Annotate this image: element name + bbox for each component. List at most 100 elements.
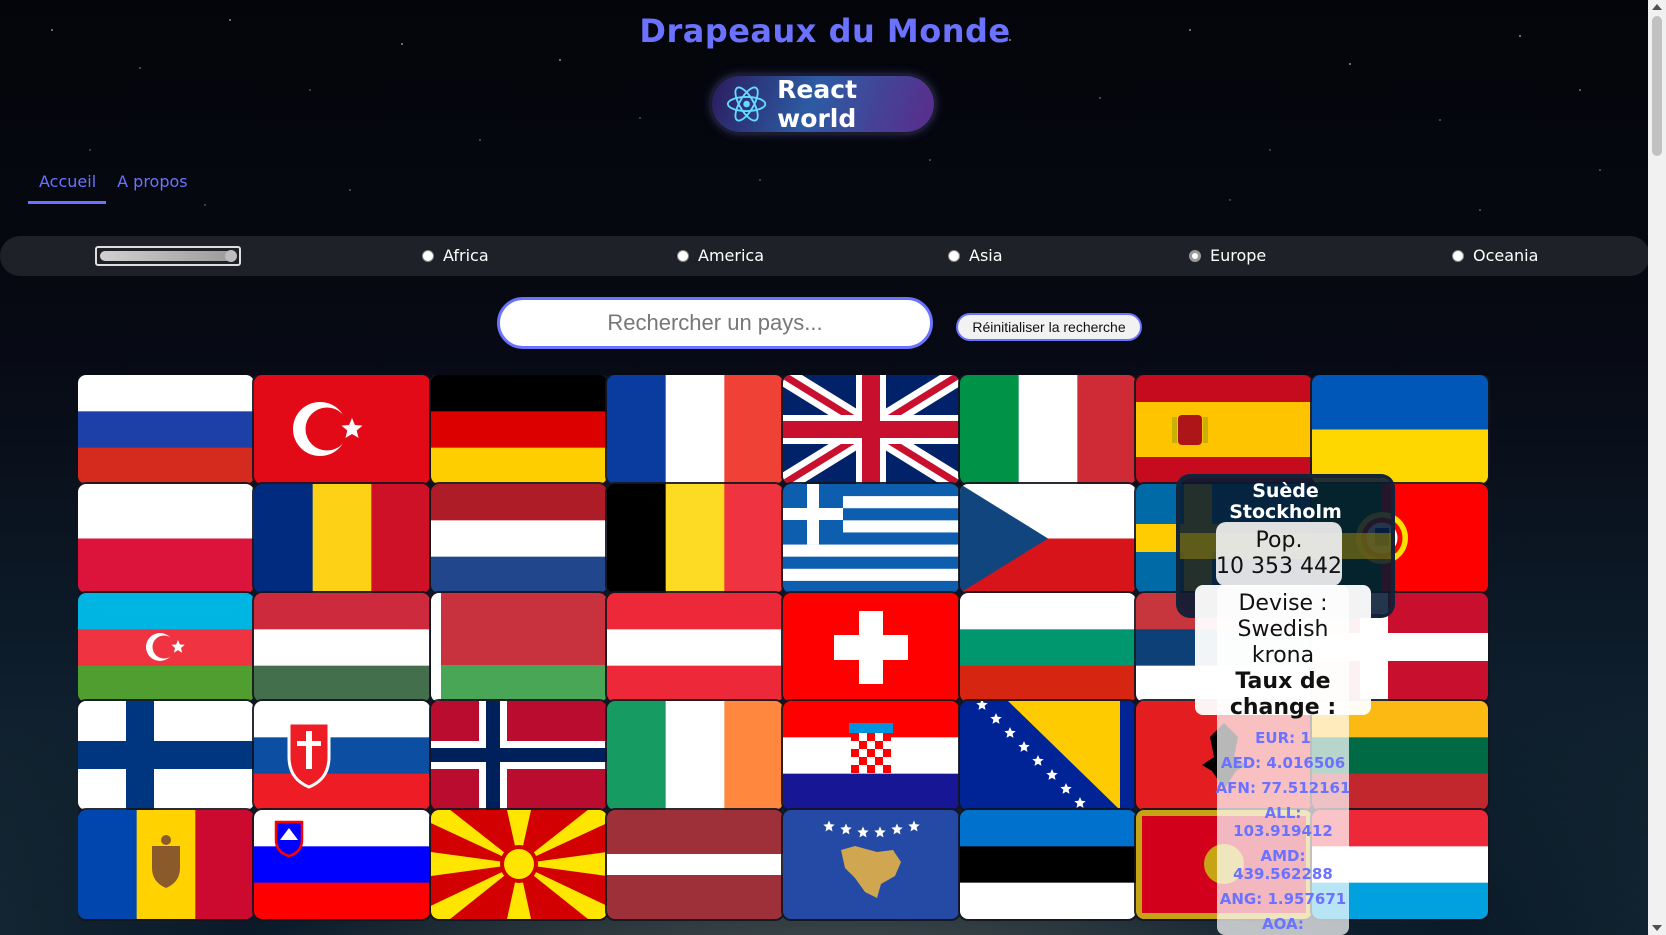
- population-value: 10 353 442: [1216, 554, 1342, 579]
- flag-card-ukraine[interactable]: Ukraine: [1312, 375, 1488, 484]
- france-flag-icon: [607, 375, 783, 484]
- flag-card-latvia[interactable]: Lettonie: [607, 810, 783, 919]
- czechia-flag-icon: [960, 484, 1136, 593]
- flag-card-czechia[interactable]: Tchéquie: [960, 484, 1136, 593]
- radio-oceania[interactable]: Oceania: [1452, 246, 1538, 265]
- romania-flag-icon: [254, 484, 430, 593]
- radio-button[interactable]: [677, 249, 689, 262]
- radio-label: Europe: [1210, 246, 1267, 265]
- flag-card-estonia[interactable]: Estonie: [960, 810, 1136, 919]
- flag-card-switzerland[interactable]: Suisse: [783, 593, 959, 702]
- flag-card-hungary[interactable]: Hongrie: [254, 593, 430, 702]
- exchange-rate-label: Taux de change :: [1229, 669, 1337, 720]
- slider-thumb[interactable]: [225, 250, 237, 262]
- slider-track: [100, 251, 236, 261]
- flag-card-azerbaijan[interactable]: Azerbaïdjan: [78, 593, 254, 702]
- flag-card-greece[interactable]: Grèce: [783, 484, 959, 593]
- moldova-flag-icon: [78, 810, 254, 919]
- flag-card-germany[interactable]: Allemagne: [431, 375, 607, 484]
- continent-filter-bar: Africa America Asia Europe Oceania: [0, 236, 1650, 276]
- scroll-down-arrow-icon[interactable]: [1652, 925, 1662, 931]
- radio-label: Asia: [969, 246, 1003, 265]
- germany-flag-icon: [431, 375, 607, 484]
- currency-details: Devise : Swedish krona Taux de change : …: [1195, 591, 1371, 935]
- greece-flag-icon: [783, 484, 959, 593]
- radio-label: America: [698, 246, 764, 265]
- bosnia-flag-icon: [960, 701, 1136, 810]
- page-title: Drapeaux du Monde: [639, 12, 1011, 50]
- nav-link-accueil[interactable]: Accueil: [28, 172, 107, 204]
- uk-flag-icon: [783, 375, 959, 484]
- flag-card-netherlands[interactable]: Pays-Bas: [431, 484, 607, 593]
- exchange-rate: ANG: 1.957671: [1219, 890, 1347, 908]
- radio-label: Africa: [443, 246, 489, 265]
- flag-card-france[interactable]: France: [607, 375, 783, 484]
- belarus-flag-icon: [431, 593, 607, 702]
- radio-america[interactable]: America: [677, 246, 764, 265]
- bulgaria-flag-icon: [960, 593, 1136, 702]
- radio-africa[interactable]: Africa: [422, 246, 489, 265]
- radio-button-checked[interactable]: [1189, 249, 1201, 262]
- flag-card-austria[interactable]: Autriche: [607, 593, 783, 702]
- croatia-flag-icon: [783, 701, 959, 810]
- slovakia-flag-icon: [254, 701, 430, 810]
- flag-card-ireland[interactable]: Irlande: [607, 701, 783, 810]
- radio-button[interactable]: [1452, 249, 1464, 262]
- netherlands-flag-icon: [431, 484, 607, 593]
- ireland-flag-icon: [607, 701, 783, 810]
- finland-flag-icon: [78, 701, 254, 810]
- flag-card-romania[interactable]: Roumanie: [254, 484, 430, 593]
- flag-card-bulgaria[interactable]: Bulgarie: [960, 593, 1136, 702]
- ukraine-flag-icon: [1312, 375, 1488, 484]
- switzerland-flag-icon: [783, 593, 959, 702]
- react-world-logo[interactable]: React world: [712, 75, 934, 133]
- exchange-rate: EUR: 1: [1255, 729, 1311, 747]
- russia-flag-icon: [78, 375, 254, 484]
- flag-card-northmacedonia[interactable]: Macédoine du Nord: [431, 810, 607, 919]
- exchange-rate: AMD: 439.562288: [1233, 847, 1333, 883]
- turkey-flag-icon: [254, 375, 430, 484]
- page-scrollbar[interactable]: [1648, 0, 1666, 935]
- scrollbar-thumb[interactable]: [1652, 16, 1662, 156]
- flag-card-slovenia[interactable]: Slovénie: [254, 810, 430, 919]
- radio-asia[interactable]: Asia: [948, 246, 1003, 265]
- flag-card-croatia[interactable]: Croatie: [783, 701, 959, 810]
- flag-card-uk[interactable]: Royaume-Uni: [783, 375, 959, 484]
- radio-button[interactable]: [948, 249, 960, 262]
- main-nav: Accueil A propos: [28, 172, 198, 204]
- react-atom-icon: [726, 86, 767, 122]
- north-macedonia-flag-icon: [431, 810, 607, 919]
- flag-card-italy[interactable]: Italie: [960, 375, 1136, 484]
- flag-card-norway[interactable]: Norvège: [431, 701, 607, 810]
- scroll-up-arrow-icon[interactable]: [1652, 4, 1662, 10]
- radio-label: Oceania: [1473, 246, 1539, 265]
- spain-flag-icon: [1136, 375, 1312, 484]
- radio-europe[interactable]: Europe: [1189, 246, 1266, 265]
- exchange-rate: AOA:: [1262, 915, 1304, 933]
- results-count-slider[interactable]: [95, 246, 241, 266]
- nav-link-a-propos[interactable]: A propos: [106, 172, 197, 204]
- italy-flag-icon: [960, 375, 1136, 484]
- flag-card-spain[interactable]: Espagne: [1136, 375, 1312, 484]
- flag-card-kosovo[interactable]: Kosovo: [783, 810, 959, 919]
- poland-flag-icon: [78, 484, 254, 593]
- latvia-flag-icon: [607, 810, 783, 919]
- currency-label: Devise :: [1238, 591, 1328, 616]
- flag-card-poland[interactable]: Pologne: [78, 484, 254, 593]
- norway-flag-icon: [431, 701, 607, 810]
- exchange-rate: AED: 4.016506: [1220, 754, 1346, 772]
- search-input[interactable]: [497, 297, 933, 349]
- flag-card-turkey[interactable]: Turquie: [254, 375, 430, 484]
- kosovo-flag-icon: [783, 810, 959, 919]
- flag-card-finland[interactable]: Finlande: [78, 701, 254, 810]
- country-capital: Stockholm: [1229, 501, 1342, 523]
- flag-card-belgium[interactable]: Belgique: [607, 484, 783, 593]
- population-label: Pop.: [1255, 528, 1303, 553]
- flag-card-belarus[interactable]: Biélorussie: [431, 593, 607, 702]
- flag-card-slovakia[interactable]: Slovaquie: [254, 701, 430, 810]
- flag-card-moldova[interactable]: Moldavie: [78, 810, 254, 919]
- radio-button[interactable]: [422, 249, 434, 262]
- reset-search-button[interactable]: Réinitialiser la recherche: [956, 313, 1142, 341]
- flag-card-bosnia[interactable]: Bosnie-Herzégovine: [960, 701, 1136, 810]
- flag-card-russia[interactable]: Russie: [78, 375, 254, 484]
